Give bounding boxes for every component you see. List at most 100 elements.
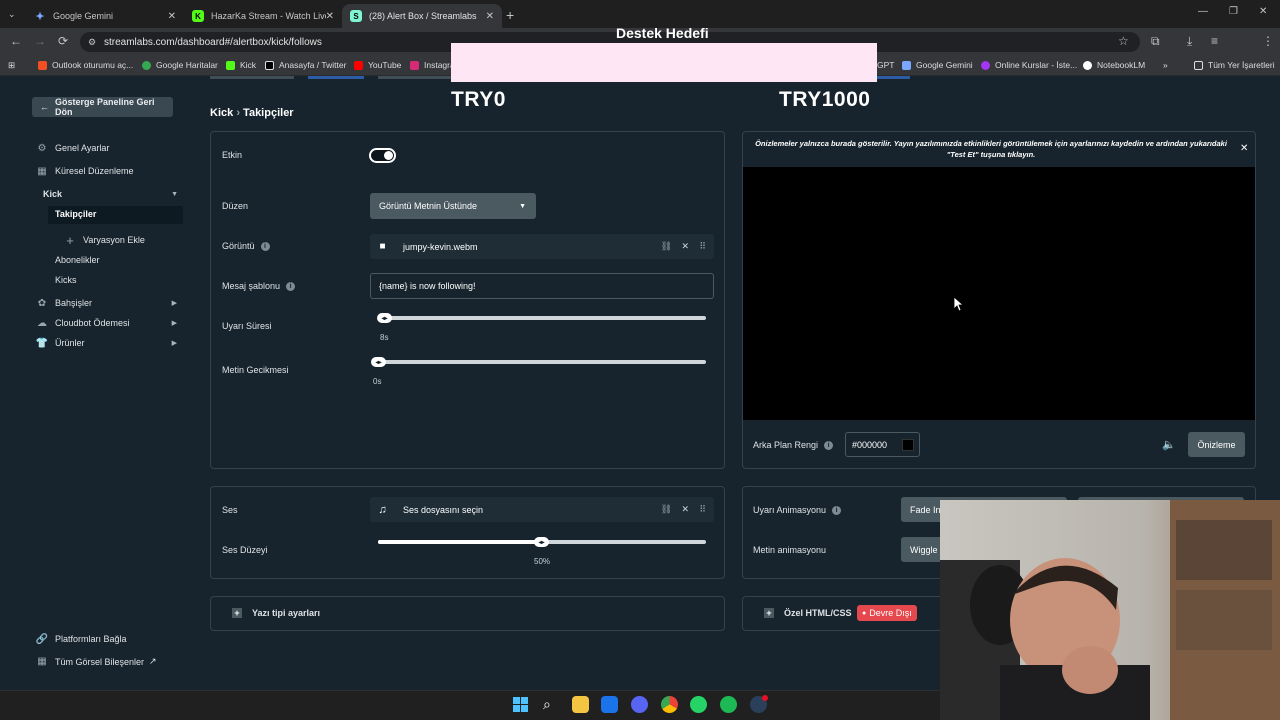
drag-icon[interactable]: ⠿ bbox=[699, 504, 706, 515]
image-file-field[interactable]: ■ jumpy-kevin.webm ⛓ ✕ ⠿ bbox=[370, 234, 714, 259]
extensions-icon[interactable]: ⧉ bbox=[1151, 34, 1160, 49]
bookmark-twitter[interactable]: Anasayfa / Twitter bbox=[265, 60, 346, 70]
text-delay-track[interactable] bbox=[378, 360, 706, 364]
font-settings-toggle[interactable]: + Yazı tipi ayarları bbox=[232, 608, 320, 618]
bookmark-notebooklm[interactable]: NotebookLM bbox=[1083, 60, 1145, 70]
gift-icon: ✿ bbox=[37, 297, 47, 309]
sidebar-item-cloudbot[interactable]: ☁ Cloudbot Ödemesi ▶ bbox=[37, 318, 177, 329]
sidebar-item-tips[interactable]: ✿ Bahşişler ▶ bbox=[37, 297, 177, 309]
caret-down-icon: ▼ bbox=[519, 202, 526, 210]
sound-file-field[interactable]: ♫ Ses dosyasını seçin ⛓ ✕ ⠿ bbox=[370, 497, 714, 522]
info-icon[interactable]: i bbox=[824, 440, 834, 450]
preview-note: Önizlemeler yalnızca burada gösterilir. … bbox=[755, 139, 1227, 159]
grid-icon: ▦ bbox=[37, 165, 47, 177]
message-template-input[interactable]: {name} is now following! bbox=[370, 273, 714, 299]
alert-duration-track[interactable] bbox=[378, 316, 706, 320]
tab-alert-box[interactable]: S (28) Alert Box / Streamlabs ✕ bbox=[342, 4, 502, 28]
whatsapp-icon[interactable] bbox=[690, 696, 707, 713]
speaker-icon[interactable]: 🔈 bbox=[1162, 438, 1176, 451]
text-delay-knob[interactable]: ◂▸ bbox=[371, 357, 386, 367]
instagram-icon bbox=[410, 60, 419, 70]
info-icon[interactable]: i bbox=[260, 241, 270, 251]
layout-select[interactable]: Görüntü Metnin Üstünde ▼ bbox=[370, 193, 536, 219]
outlook-icon[interactable] bbox=[601, 696, 618, 713]
plus-icon: + bbox=[764, 608, 774, 618]
sidebar-item-kicks[interactable]: Kicks bbox=[55, 275, 77, 285]
close-icon[interactable]: ✕ bbox=[168, 11, 176, 22]
chain-icon[interactable]: ⛓ bbox=[661, 241, 672, 252]
new-tab-button[interactable]: + bbox=[506, 7, 514, 23]
window-minimize-button[interactable]: — bbox=[1198, 6, 1208, 17]
close-icon[interactable]: ✕ bbox=[681, 241, 689, 252]
tab-list-button[interactable]: ⌄ bbox=[8, 9, 16, 20]
close-icon[interactable]: ✕ bbox=[1240, 143, 1248, 154]
drag-icon[interactable]: ⠿ bbox=[699, 241, 706, 252]
bookmark-gemini[interactable]: Google Gemini bbox=[902, 60, 973, 70]
sidebar-item-followers[interactable]: Takipçiler bbox=[55, 209, 96, 219]
sidebar-connect-platforms[interactable]: 🔗 Platformları Bağla bbox=[35, 633, 127, 645]
preview-button[interactable]: Önizleme bbox=[1188, 432, 1245, 457]
search-icon[interactable]: ⌕ bbox=[543, 696, 551, 713]
link-icon: 🔗 bbox=[35, 633, 49, 645]
star-icon[interactable]: ☆ bbox=[1118, 34, 1129, 48]
chrome-icon[interactable] bbox=[661, 696, 678, 713]
sidebar-item-global-edit[interactable]: ▦ Küresel Düzenleme bbox=[37, 165, 177, 177]
menu-icon[interactable]: ⋮ bbox=[1262, 34, 1274, 48]
bookmark-outlook[interactable]: Outlook oturumu aç... bbox=[38, 60, 133, 70]
site-info-icon[interactable]: ⚙ bbox=[88, 37, 96, 48]
breadcrumb-parent[interactable]: Kick bbox=[210, 107, 233, 119]
sidebar-item-general[interactable]: ⚙ Genel Ayarlar bbox=[37, 142, 177, 154]
text-delay-label: Metin Gecikmesi bbox=[222, 365, 289, 375]
info-icon[interactable]: i bbox=[286, 281, 296, 291]
close-icon[interactable]: ✕ bbox=[326, 11, 334, 22]
text-animation-label: Metin animasyonu bbox=[753, 545, 827, 555]
sidebar-item-kick[interactable]: Kick ▼ bbox=[43, 189, 178, 199]
bookmark-all[interactable]: Tüm Yer İşaretleri bbox=[1194, 60, 1275, 70]
discord-icon[interactable] bbox=[631, 696, 648, 713]
tab-google-gemini[interactable]: ✦ Google Gemini ✕ bbox=[26, 4, 184, 28]
chain-icon[interactable]: ⛓ bbox=[661, 504, 672, 515]
back-arrow-icon[interactable]: ← bbox=[10, 34, 22, 48]
bookmark-maps[interactable]: Google Haritalar bbox=[142, 60, 218, 70]
media-icon[interactable]: ≡ bbox=[1211, 34, 1218, 48]
url-text[interactable]: streamlabs.com/dashboard#/alertbox/kick/… bbox=[104, 37, 322, 48]
alert-duration-knob[interactable]: ◂▸ bbox=[377, 313, 392, 323]
bg-color-label: Arka Plan Rengi i bbox=[753, 440, 834, 450]
close-icon[interactable]: ✕ bbox=[681, 504, 689, 515]
window-close-button[interactable]: ✕ bbox=[1259, 6, 1267, 17]
custom-html-toggle[interactable]: + Özel HTML/CSS bbox=[764, 608, 852, 618]
folder-icon[interactable] bbox=[572, 696, 589, 713]
bg-color-input[interactable]: #000000 bbox=[845, 432, 920, 457]
notebooklm-icon bbox=[1083, 60, 1092, 70]
bookmark-online-kurslar[interactable]: Online Kurslar - İste... bbox=[981, 60, 1077, 70]
color-swatch[interactable] bbox=[902, 439, 914, 451]
download-icon[interactable]: ⤓ bbox=[1187, 34, 1192, 49]
bookmark-gpt[interactable]: GPT bbox=[877, 60, 894, 70]
template-label: Mesaj şablonu i bbox=[222, 281, 296, 291]
maps-icon bbox=[142, 60, 151, 70]
more-bookmarks-icon[interactable]: » bbox=[1163, 60, 1168, 70]
text-delay-value: 0s bbox=[373, 377, 382, 386]
sidebar-item-subscriptions[interactable]: Abonelikler bbox=[55, 255, 100, 265]
info-icon[interactable]: i bbox=[832, 505, 842, 515]
tab-hazarka-stream[interactable]: K HazarKa Stream - Watch Live o ✕ bbox=[184, 4, 342, 28]
enabled-toggle[interactable] bbox=[369, 148, 396, 163]
reload-icon[interactable]: ⟳ bbox=[58, 34, 68, 48]
windows-icon[interactable] bbox=[513, 697, 528, 712]
sidebar-all-widgets[interactable]: ▦ Tüm Görsel Bileşenler ↗ bbox=[37, 656, 156, 667]
bookmark-youtube[interactable]: YouTube bbox=[354, 60, 401, 70]
apps-grid-icon[interactable]: ⊞ bbox=[8, 60, 15, 71]
sidebar-item-products[interactable]: 👕 Ürünler ▶ bbox=[36, 338, 177, 349]
close-icon[interactable]: ✕ bbox=[486, 11, 494, 22]
video-file-icon: ■ bbox=[379, 241, 386, 252]
bookmark-instagram[interactable]: Instagra bbox=[410, 60, 455, 70]
kick-icon bbox=[226, 60, 235, 70]
sidebar-item-add-variation[interactable]: + Varyasyon Ekle bbox=[65, 233, 145, 248]
gear-icon: ⚙ bbox=[37, 142, 47, 154]
volume-knob[interactable]: ◂▸ bbox=[534, 537, 549, 547]
bookmark-kick[interactable]: Kick bbox=[226, 60, 256, 70]
forward-arrow-icon[interactable]: → bbox=[34, 34, 46, 48]
spotify-icon[interactable] bbox=[720, 696, 737, 713]
window-restore-button[interactable]: ❐ bbox=[1229, 6, 1238, 17]
back-to-dashboard-button[interactable]: ← Gösterge Paneline Geri Dön bbox=[32, 97, 173, 117]
